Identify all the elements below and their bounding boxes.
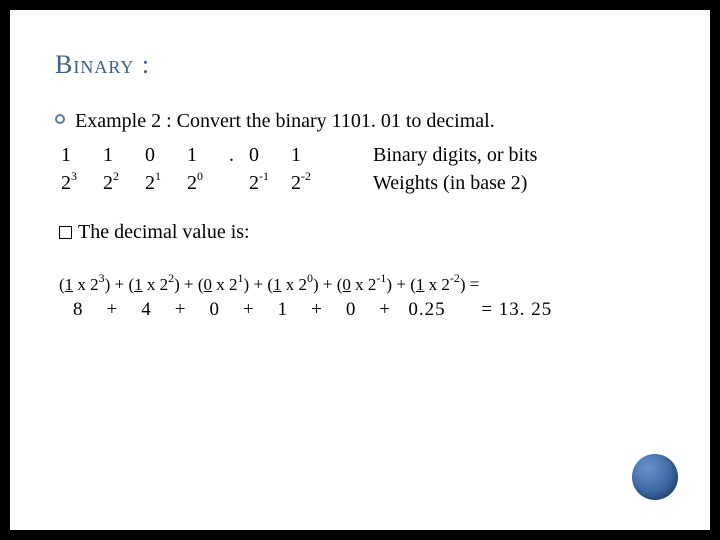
sum-val: 8 xyxy=(73,299,84,320)
weights-row: 23 22 21 20 2-1 2-2 Weights (in base 2) xyxy=(61,169,665,197)
term: (1 x 23) xyxy=(59,275,110,294)
example-prefix: Example 2 : Convert the binary xyxy=(75,110,332,132)
digits-row: 1 1 0 1 . 0 1 Binary digits, or bits xyxy=(61,141,665,169)
plus: + xyxy=(311,299,323,320)
decimal-value-row: The decimal value is: xyxy=(59,219,665,246)
weight: 22 xyxy=(103,169,145,197)
decimal-value-text: The decimal value is: xyxy=(78,219,250,246)
sum-val: 0 xyxy=(346,299,357,320)
example-text: Example 2 : Convert the binary 1101. 01 … xyxy=(75,108,495,135)
weight: 2-2 xyxy=(291,169,333,197)
term: (1 x 2-2) xyxy=(410,275,465,294)
term: (0 x 21) xyxy=(198,275,249,294)
weight: 23 xyxy=(61,169,103,197)
digit: 1 xyxy=(187,141,229,169)
digit: 1 xyxy=(103,141,145,169)
term: (1 x 22) xyxy=(128,275,179,294)
example-suffix: to decimal. xyxy=(401,110,495,132)
plus: + xyxy=(379,299,391,320)
equals: = xyxy=(470,275,480,294)
bullet-icon xyxy=(55,114,65,124)
digits-block: 1 1 0 1 . 0 1 Binary digits, or bits 23 … xyxy=(61,141,665,197)
weight: 21 xyxy=(145,169,187,197)
sum-val: 1 xyxy=(278,299,289,320)
term: (0 x 2-1) xyxy=(337,275,392,294)
digit: 1 xyxy=(291,141,333,169)
sum-result: = 13. 25 xyxy=(481,299,552,320)
sphere-icon xyxy=(632,454,678,500)
sum-row: 8 + 4 + 0 + 1 + 0 + 0.25 = 13. 25 xyxy=(73,299,665,321)
weights-label: Weights (in base 2) xyxy=(373,169,527,197)
sum-val: 0.25 xyxy=(408,299,445,320)
expansion-line: (1 x 23) + (1 x 22) + (0 x 21) + (1 x 20… xyxy=(59,270,665,297)
weight: 20 xyxy=(187,169,229,197)
term: (1 x 20) xyxy=(267,275,318,294)
weight: 2-1 xyxy=(249,169,291,197)
digits-label: Binary digits, or bits xyxy=(373,141,537,169)
digit-dot: . xyxy=(229,141,249,169)
plus: + xyxy=(175,299,187,320)
plus: + xyxy=(243,299,255,320)
plus: + xyxy=(107,299,119,320)
slide: Binary : Example 2 : Convert the binary … xyxy=(10,10,710,530)
digit: 0 xyxy=(249,141,291,169)
example-row: Example 2 : Convert the binary 1101. 01 … xyxy=(55,108,665,135)
sum-val: 0 xyxy=(209,299,220,320)
checkbox-icon xyxy=(59,226,72,239)
slide-title: Binary : xyxy=(55,50,665,80)
example-number: 1101. 01 xyxy=(332,110,401,132)
sum-val: 4 xyxy=(141,299,152,320)
digit: 0 xyxy=(145,141,187,169)
digit: 1 xyxy=(61,141,103,169)
